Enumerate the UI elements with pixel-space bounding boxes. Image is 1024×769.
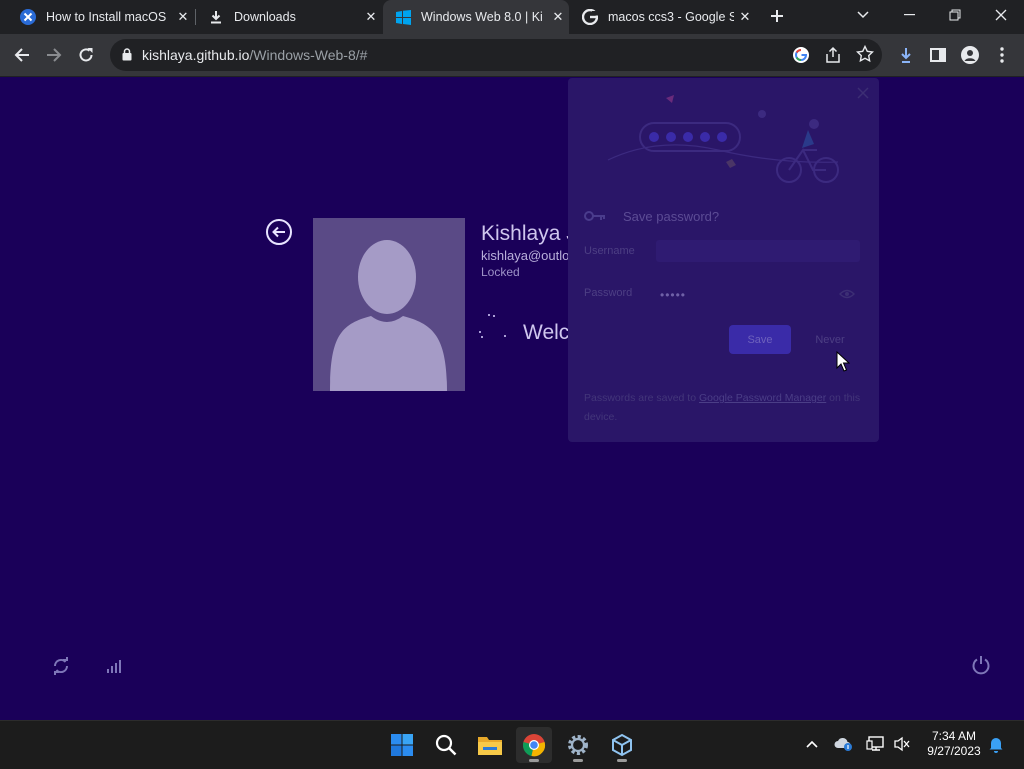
close-icon[interactable]: ✕ — [360, 9, 382, 25]
password-field[interactable]: ••••• — [660, 288, 686, 302]
password-illustration — [607, 95, 839, 183]
back-arrow-button[interactable] — [266, 219, 292, 245]
dialog-footer: Passwords are saved to Google Password M… — [584, 389, 864, 427]
network-icon — [866, 736, 884, 751]
chrome-icon — [522, 734, 546, 757]
bookmark-star-icon[interactable] — [855, 44, 875, 68]
tab-title: Windows Web 8.0 | Ki — [421, 10, 543, 24]
footer-text: Passwords are saved to — [584, 392, 699, 404]
tab-title: Downloads — [234, 10, 296, 24]
virtualbox-button[interactable] — [604, 727, 640, 763]
close-icon[interactable]: ✕ — [172, 9, 194, 25]
taskbar: 7:34 AM 9/27/2023 — [0, 720, 1024, 769]
dialog-title: Save password? — [623, 209, 720, 224]
save-button[interactable]: Save — [729, 325, 791, 354]
google-icon — [582, 9, 598, 25]
notifications-button[interactable] — [985, 731, 1007, 757]
mouse-cursor-icon — [836, 351, 850, 372]
new-tab-button[interactable] — [764, 3, 790, 29]
virtualbox-icon — [612, 733, 632, 757]
url-host: kishlaya.github.io — [142, 47, 250, 63]
share-icon[interactable] — [824, 46, 842, 69]
close-icon[interactable]: ✕ — [734, 9, 756, 25]
clock-date: 9/27/2023 — [927, 744, 981, 758]
ease-of-access-icon[interactable] — [51, 656, 71, 676]
network-tray[interactable] — [865, 731, 887, 757]
search-icon — [435, 734, 457, 756]
tab-windows-web[interactable]: Windows Web 8.0 | Ki ✕ — [383, 0, 569, 34]
spinner-dot — [479, 331, 481, 333]
tab-google-search[interactable]: macos ccs3 - Google S ✕ — [570, 0, 756, 34]
clock-time: 7:34 AM — [931, 729, 977, 743]
username-label: Username — [584, 245, 635, 257]
profile-icon[interactable] — [957, 42, 983, 68]
cloud-icon — [834, 737, 852, 751]
url-text: kishlaya.github.io/Windows-Web-8/# — [142, 47, 367, 63]
chevron-up-icon — [806, 740, 818, 748]
spinner-dot — [481, 336, 483, 338]
search-button[interactable] — [428, 727, 464, 763]
restore-button[interactable] — [932, 0, 978, 30]
show-hidden-icons-button[interactable] — [801, 731, 823, 757]
windows-start-icon — [391, 734, 413, 756]
google-password-manager-link[interactable]: Google Password Manager — [699, 392, 826, 404]
chrome-button[interactable] — [516, 727, 552, 763]
save-password-dialog: Save password? Username Password ••••• S… — [568, 78, 879, 442]
volume-tray[interactable] — [891, 731, 913, 757]
download-icon — [208, 9, 224, 25]
never-button[interactable]: Never — [806, 325, 854, 354]
running-indicator — [529, 759, 539, 762]
network-signal-icon[interactable] — [104, 656, 124, 676]
close-icon[interactable]: ✕ — [547, 9, 569, 25]
user-status: Locked — [481, 265, 520, 279]
clock[interactable]: 7:34 AM 9/27/2023 — [920, 729, 988, 759]
file-explorer-button[interactable] — [472, 727, 508, 763]
google-lens-icon[interactable] — [792, 46, 810, 69]
volume-muted-icon — [894, 736, 910, 752]
onedrive-tray[interactable] — [833, 731, 855, 757]
url-path: /Windows-Web-8/# — [249, 47, 368, 63]
close-icon[interactable] — [856, 86, 870, 100]
spinner-dot — [488, 314, 490, 316]
menu-kebab-icon[interactable] — [989, 42, 1015, 68]
minimize-button[interactable] — [886, 0, 932, 30]
downloads-icon[interactable] — [893, 42, 919, 68]
start-button[interactable] — [384, 727, 420, 763]
file-explorer-icon — [478, 737, 502, 755]
kb-logo-icon — [20, 9, 36, 25]
tab-downloads[interactable]: Downloads ✕ — [196, 0, 382, 34]
browser-toolbar: kishlaya.github.io/Windows-Web-8/# — [0, 34, 1024, 77]
bell-icon — [989, 737, 1003, 753]
key-icon — [584, 211, 605, 221]
password-label: Password — [584, 287, 633, 299]
tab-search-button[interactable] — [840, 0, 886, 30]
eye-icon[interactable] — [839, 289, 855, 299]
windows-logo-icon — [395, 9, 411, 25]
address-bar[interactable]: kishlaya.github.io/Windows-Web-8/# — [110, 39, 882, 71]
user-avatar — [313, 218, 465, 391]
power-icon[interactable] — [971, 655, 991, 675]
tab-how-to-install-macos[interactable]: How to Install macOS ✕ — [8, 0, 194, 34]
running-indicator — [617, 759, 627, 762]
tab-strip: How to Install macOS ✕ Downloads ✕ Windo… — [0, 0, 1024, 34]
spinner-dot — [493, 315, 495, 317]
arrow-left-icon — [272, 226, 285, 238]
lock-icon — [122, 48, 132, 66]
reload-button[interactable] — [73, 42, 99, 68]
forward-button[interactable] — [41, 42, 67, 68]
spinner-dot — [504, 335, 506, 337]
tab-title: How to Install macOS — [46, 10, 167, 24]
running-indicator — [573, 759, 583, 762]
tab-title: macos ccs3 - Google S — [608, 10, 734, 24]
username-field[interactable] — [656, 240, 860, 262]
settings-icon — [568, 735, 588, 755]
side-panel-icon[interactable] — [925, 42, 951, 68]
close-window-button[interactable] — [978, 0, 1024, 30]
user-silhouette-icon — [330, 240, 447, 391]
back-button[interactable] — [9, 42, 35, 68]
settings-button[interactable] — [560, 727, 596, 763]
